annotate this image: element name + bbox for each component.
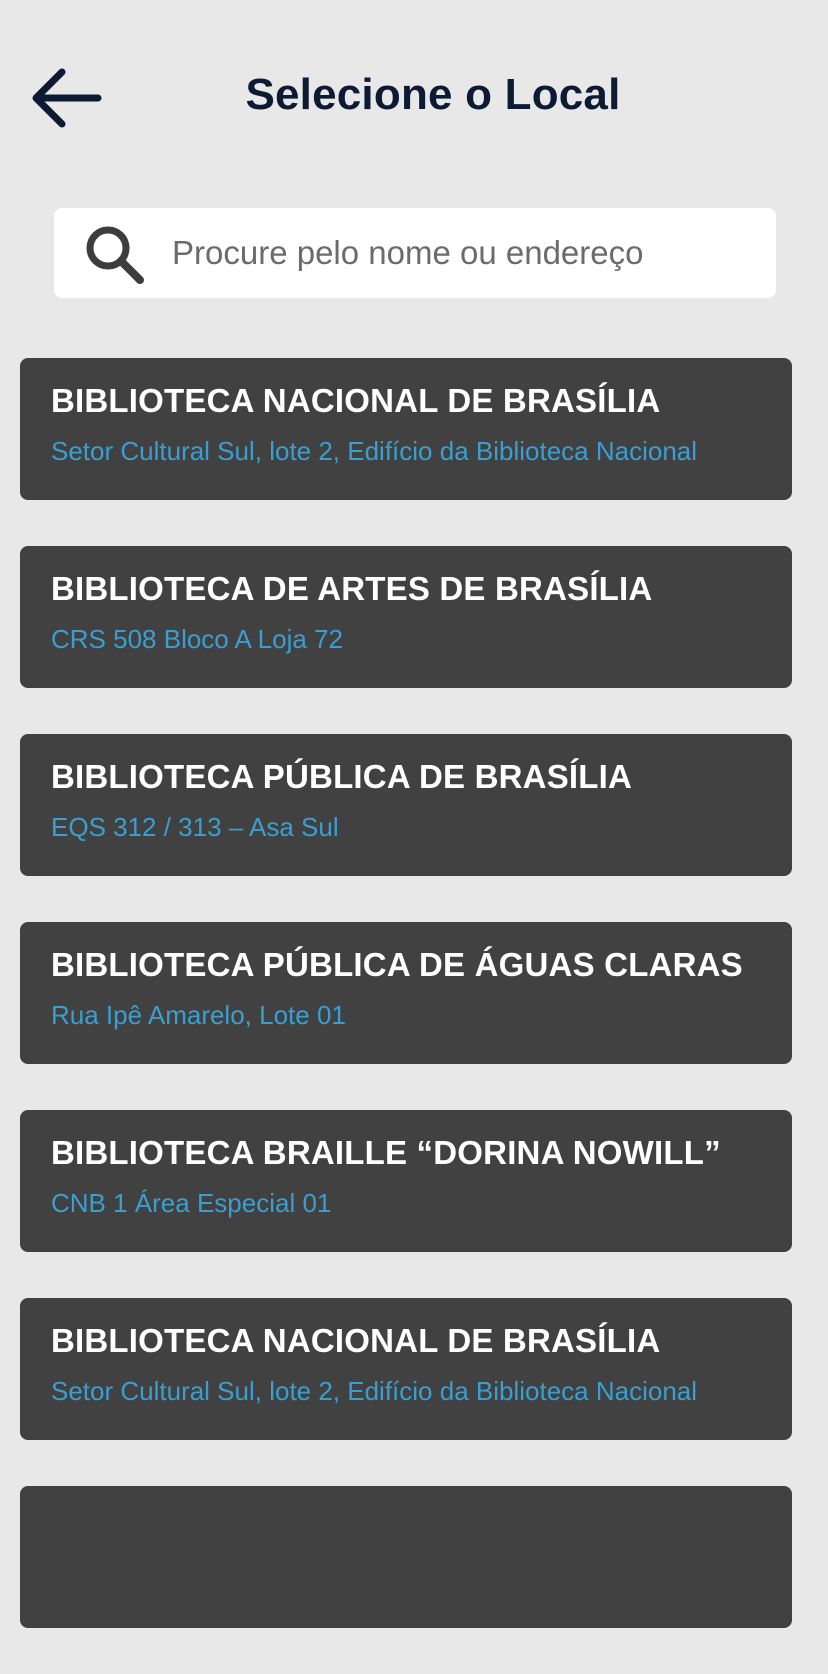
page-title: Selecione o Local [245, 70, 621, 119]
place-address: CRS 508 Bloco A Loja 72 [51, 624, 343, 654]
place-name: BIBLIOTECA BRAILLE “DORINA NOWILL” [51, 1134, 721, 1171]
place-address: CNB 1 Área Especial 01 [51, 1188, 332, 1218]
place-card[interactable]: BIBLIOTECA NACIONAL DE BRASÍLIA Setor Cu… [20, 358, 792, 500]
place-card[interactable] [20, 1486, 792, 1628]
search-icon [86, 226, 144, 284]
place-name: BIBLIOTECA PÚBLICA DE ÁGUAS CLARAS [51, 946, 743, 983]
place-card[interactable]: BIBLIOTECA PÚBLICA DE ÁGUAS CLARAS Rua I… [20, 922, 792, 1064]
place-card[interactable]: BIBLIOTECA PÚBLICA DE BRASÍLIA EQS 312 /… [20, 734, 792, 876]
search-input[interactable] [172, 208, 752, 298]
place-card[interactable]: BIBLIOTECA NACIONAL DE BRASÍLIA Setor Cu… [20, 1298, 792, 1440]
place-name: BIBLIOTECA DE ARTES DE BRASÍLIA [51, 570, 653, 607]
search-bar[interactable] [54, 208, 776, 298]
place-name: BIBLIOTECA PÚBLICA DE BRASÍLIA [51, 758, 633, 795]
place-address: Setor Cultural Sul, lote 2, Edifício da … [51, 1376, 698, 1406]
app-header: Selecione o Local [0, 0, 828, 190]
place-address: EQS 312 / 313 – Asa Sul [51, 812, 339, 842]
places-list: BIBLIOTECA NACIONAL DE BRASÍLIA Setor Cu… [20, 358, 792, 1674]
place-address: Rua Ipê Amarelo, Lote 01 [51, 1000, 346, 1030]
place-card[interactable]: BIBLIOTECA DE ARTES DE BRASÍLIA CRS 508 … [20, 546, 792, 688]
place-name: BIBLIOTECA NACIONAL DE BRASÍLIA [51, 1322, 661, 1359]
place-address: Setor Cultural Sul, lote 2, Edifício da … [51, 436, 698, 466]
place-card[interactable]: BIBLIOTECA BRAILLE “DORINA NOWILL” CNB 1… [20, 1110, 792, 1252]
place-name: BIBLIOTECA NACIONAL DE BRASÍLIA [51, 382, 661, 419]
